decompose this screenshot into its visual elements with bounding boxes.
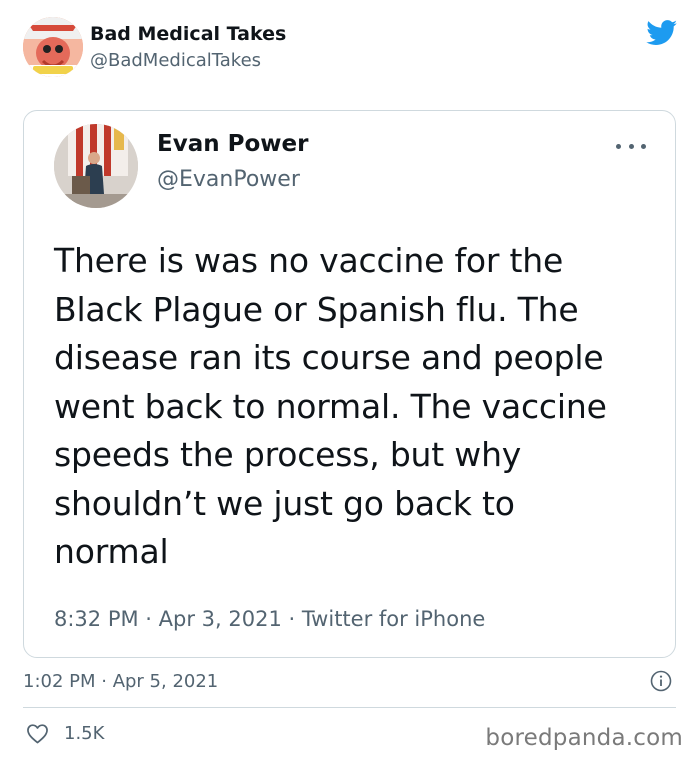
quoted-author-name[interactable]: Evan Power	[157, 131, 308, 157]
outer-tweet-timestamp[interactable]: 1:02 PM · Apr 5, 2021	[23, 671, 218, 692]
outer-author-handle[interactable]: @BadMedicalTakes	[90, 50, 261, 71]
more-options-icon[interactable]	[616, 141, 646, 151]
quoted-tweet-text: There is was no vaccine for the Black Pl…	[54, 241, 607, 571]
outer-author-avatar[interactable]	[23, 17, 83, 77]
like-count: 1.5K	[64, 723, 105, 744]
divider	[23, 707, 676, 708]
outer-author-name[interactable]: Bad Medical Takes	[90, 23, 286, 45]
quoted-author-avatar[interactable]	[54, 124, 138, 208]
twitter-bird-icon[interactable]	[646, 20, 678, 46]
zoidberg-avatar-icon	[23, 17, 83, 77]
quoted-tweet-meta[interactable]: 8:32 PM · Apr 3, 2021 · Twitter for iPho…	[54, 607, 485, 631]
quoted-author-handle[interactable]: @EvanPower	[157, 167, 300, 192]
heart-icon[interactable]	[26, 723, 49, 744]
quoted-tweet-card[interactable]: Evan Power @EvanPower There is was no va…	[23, 110, 676, 658]
boredpanda-watermark: boredpanda.com	[485, 725, 683, 751]
info-icon[interactable]	[650, 670, 672, 692]
podium-flag-avatar-icon	[54, 124, 138, 208]
